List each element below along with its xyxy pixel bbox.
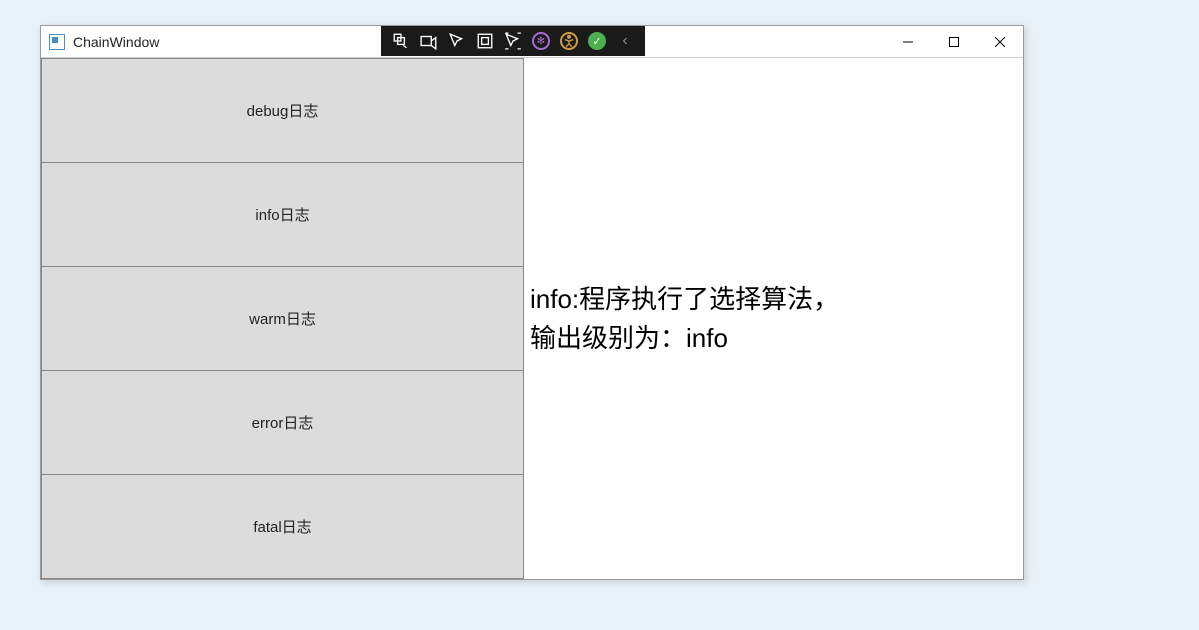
error-log-button[interactable]: error日志 [41,371,524,475]
minimize-button[interactable] [885,26,931,58]
layout-adorners-icon[interactable] [471,27,499,55]
debug-log-button[interactable]: debug日志 [41,58,524,163]
app-window: ChainWindow [40,25,1024,580]
button-panel: debug日志 info日志 warm日志 error日志 fatal日志 [41,58,524,579]
maximize-button[interactable] [931,26,977,58]
accessibility-icon[interactable] [555,27,583,55]
warm-log-button[interactable]: warm日志 [41,267,524,371]
hot-reload-icon[interactable] [499,27,527,55]
debug-toolbar: ✻ ✓ ‹ [381,26,645,56]
select-element-icon[interactable] [443,27,471,55]
info-log-button[interactable]: info日志 [41,163,524,267]
tool-settings-icon[interactable]: ✻ [527,27,555,55]
collapse-chevron-icon[interactable]: ‹ [611,27,639,55]
window-controls [885,26,1023,58]
close-button[interactable] [977,26,1023,58]
output-panel: info:程序执行了选择算法， 输出级别为：info [524,58,1023,579]
app-icon [49,34,65,50]
fatal-log-button[interactable]: fatal日志 [41,475,524,579]
content-area: debug日志 info日志 warm日志 error日志 fatal日志 in… [41,58,1023,579]
check-icon[interactable]: ✓ [583,27,611,55]
live-visual-tree-icon[interactable] [387,27,415,55]
titlebar: ChainWindow [41,26,1023,58]
window-title: ChainWindow [73,34,159,50]
record-icon[interactable] [415,27,443,55]
output-text: info:程序执行了选择算法， 输出级别为：info [530,280,839,358]
